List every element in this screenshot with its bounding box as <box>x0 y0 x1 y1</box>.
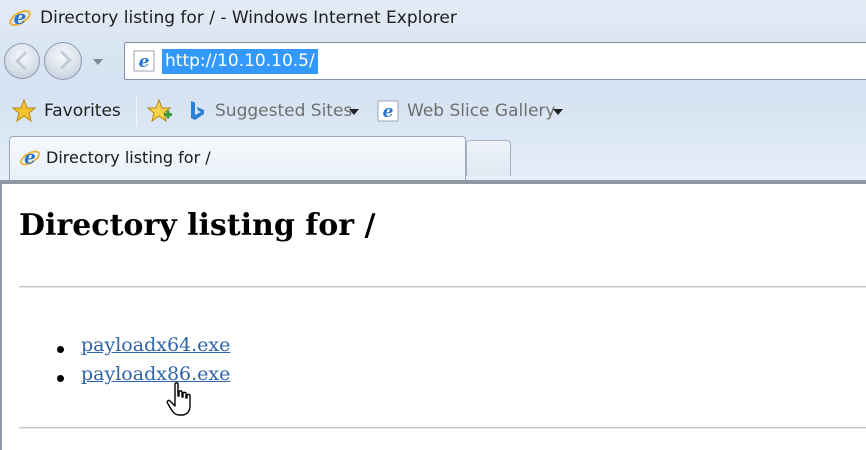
web-slice-gallery-label: Web Slice Gallery <box>407 101 556 121</box>
suggested-sites-dropdown-icon <box>349 109 359 115</box>
recent-pages-dropdown[interactable] <box>93 59 103 65</box>
tab-directory-listing[interactable]: e Directory listing for / <box>9 136 466 180</box>
page-ie-icon: e <box>133 50 155 72</box>
svg-text:e: e <box>383 102 394 122</box>
page-content: Directory listing for / payloadx64.exe p… <box>0 184 866 450</box>
back-arrow-icon <box>15 51 35 71</box>
favorites-bar: Favorites Suggested Sites e Web Slice Ga… <box>0 90 866 130</box>
file-link-payloadx64[interactable]: payloadx64.exe <box>81 334 230 356</box>
bing-icon <box>191 101 204 120</box>
window-title: Directory listing for / - Windows Intern… <box>40 8 457 28</box>
address-bar[interactable]: e http://10.10.10.5/ <box>124 42 866 80</box>
title-bar: e Directory listing for / - Windows Inte… <box>0 0 866 36</box>
horizontal-rule-bottom <box>19 427 866 429</box>
back-button[interactable] <box>4 43 40 79</box>
add-to-favorites-icon[interactable] <box>147 99 173 123</box>
forward-button[interactable] <box>44 42 82 80</box>
tab-label: Directory listing for / <box>46 148 211 167</box>
url-input[interactable]: http://10.10.10.5/ <box>162 49 318 74</box>
hand-pointer-icon <box>166 382 191 416</box>
favorites-star-icon <box>12 99 36 123</box>
svg-text:e: e <box>24 148 36 169</box>
file-link-payloadx86[interactable]: payloadx86.exe <box>81 363 230 385</box>
web-slice-gallery-button[interactable]: e Web Slice Gallery <box>375 94 567 126</box>
horizontal-rule-top <box>19 286 866 288</box>
page-heading: Directory listing for / <box>19 208 376 243</box>
bullet <box>57 346 64 353</box>
tab-ie-icon: e <box>20 148 40 169</box>
suggested-sites-button[interactable]: Suggested Sites <box>186 94 364 126</box>
web-slice-gallery-dropdown-icon <box>553 109 563 115</box>
favorites-label: Favorites <box>44 101 121 121</box>
favorites-separator <box>136 96 137 126</box>
ie-icon: e <box>9 6 31 29</box>
svg-text:e: e <box>14 6 27 29</box>
favorites-button[interactable]: Favorites <box>10 94 122 126</box>
suggested-sites-label: Suggested Sites <box>215 101 353 121</box>
forward-arrow-icon <box>52 50 72 70</box>
svg-text:e: e <box>139 52 150 72</box>
bullet <box>57 375 64 382</box>
new-tab-button[interactable] <box>466 140 511 176</box>
web-slice-ie-icon: e <box>377 100 399 122</box>
navigation-row: e http://10.10.10.5/ <box>0 38 866 84</box>
browser-chrome: e Directory listing for / - Windows Inte… <box>0 0 866 184</box>
